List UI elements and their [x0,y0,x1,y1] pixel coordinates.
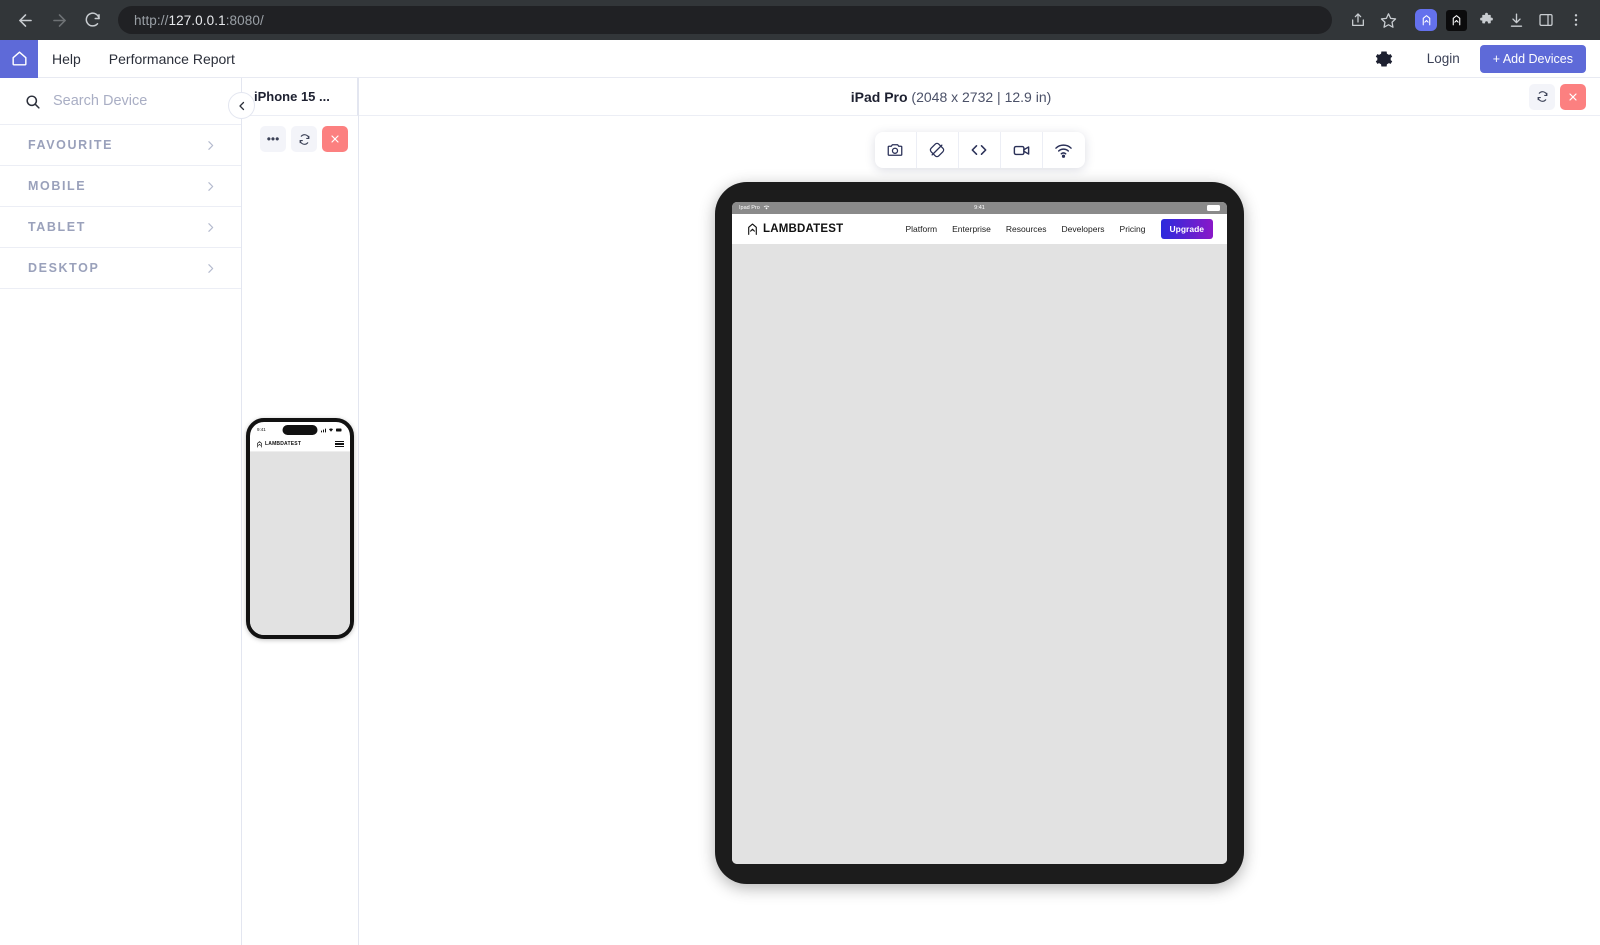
main-stage-actions [1529,83,1586,110]
devtools-code-icon[interactable] [959,132,1001,168]
nav-link-enterprise[interactable]: Enterprise [952,224,991,234]
nav-link-resources[interactable]: Resources [1006,224,1047,234]
rotate-icon[interactable] [291,126,317,152]
sidebar-item-label: TABLET [28,220,86,234]
chevron-right-icon [204,139,217,152]
forward-arrow-icon[interactable] [44,5,74,35]
login-link[interactable]: Login [1407,51,1480,66]
iphone-status-bar: 9:41 [250,422,350,437]
ipad-site-nav: LAMBDATEST Platform Enterprise Resources… [732,214,1227,244]
app-body: FAVOURITE MOBILE TABLET DESKTOP [0,78,1600,945]
lambdatest-extension-icon[interactable] [1442,6,1470,34]
kebab-menu-icon[interactable] [1562,6,1590,34]
browser-action-icons [1344,6,1590,34]
iphone-stage: 9:41 LAMBDATEST [242,152,358,945]
ipad-status-bar: Ipad Pro 9:41 [732,202,1227,214]
nav-link-developers[interactable]: Developers [1062,224,1105,234]
device-name: iPad Pro [850,88,908,105]
reload-icon[interactable] [78,5,108,35]
iphone-status-indicators [321,427,343,433]
device-spec: (2048 x 2732 | 12.9 in) [911,88,1052,105]
device-tab-iphone[interactable]: iPhone 15 ... [242,78,358,116]
gear-icon[interactable] [1361,50,1407,68]
ipad-status-carrier: Ipad Pro [739,205,770,211]
lambdatest-logo[interactable]: LAMBDATEST [746,223,843,236]
sidebar-collapse-button[interactable] [228,92,255,119]
screenshot-icon[interactable] [875,132,917,168]
main-stage-header: iPad Pro (2048 x 2732 | 12.9 in) [359,78,1600,116]
network-throttle-wifi-icon[interactable] [1043,132,1085,168]
ipad-page-body [732,244,1227,864]
battery-icon [1207,205,1220,211]
chevron-right-icon [204,180,217,193]
dynamic-island [282,424,318,435]
rotate-icon[interactable] [1529,83,1555,110]
url-prefix: http:// [134,12,169,28]
ipad-device-frame: Ipad Pro 9:41 LAMBDATEST Platform Enterp… [715,182,1244,884]
chevron-right-icon [204,221,217,234]
ipad-status-time: 9:41 [974,205,985,211]
sidebar-panel-icon[interactable] [1532,6,1560,34]
ipad-stage: Ipad Pro 9:41 LAMBDATEST Platform Enterp… [359,168,1600,945]
sidebar-item-label: DESKTOP [28,261,100,275]
help-menu[interactable]: Help [38,51,95,67]
url-host: 127.0.0.1 [168,12,226,28]
rotate-lock-icon[interactable] [917,132,959,168]
add-devices-button[interactable]: + Add Devices [1479,44,1586,73]
search-row [0,78,241,125]
lambdatest-wordmark: LAMBDATEST [763,223,844,235]
search-icon [24,93,41,110]
app-header: Help Performance Report Login + Add Devi… [0,39,1600,78]
device-title: iPad Pro (2048 x 2732 | 12.9 in) [373,89,1529,105]
hamburger-menu-icon[interactable] [335,440,344,448]
iphone-status-time: 9:41 [257,427,266,432]
address-bar[interactable]: http://127.0.0.1:8080/ [118,6,1332,34]
lambdatest-logo-mini: LAMBDATEST [256,440,302,448]
lambdatest-logo-dark-icon [1445,9,1467,31]
close-icon[interactable] [322,126,348,152]
performance-report-menu[interactable]: Performance Report [95,51,249,67]
screen-record-icon[interactable] [1001,132,1043,168]
home-icon[interactable] [0,39,38,78]
star-icon[interactable] [1374,6,1402,34]
site-nav-links: Platform Enterprise Resources Developers… [905,219,1213,239]
iphone-preview-column: iPhone 15 ... ••• 9:41 LAMBDATEST [242,78,359,945]
iphone-device-frame: 9:41 LAMBDATEST [246,418,354,639]
back-arrow-icon[interactable] [10,5,40,35]
chevron-right-icon [204,262,217,275]
ipad-screen: Ipad Pro 9:41 LAMBDATEST Platform Enterp… [732,202,1227,864]
sidebar-item-tablet[interactable]: TABLET [0,207,241,248]
share-icon[interactable] [1344,6,1372,34]
iphone-action-bar: ••• [242,116,358,152]
search-input[interactable] [53,93,219,109]
nav-link-pricing[interactable]: Pricing [1120,224,1146,234]
main-device-stage: iPad Pro (2048 x 2732 | 12.9 in) Ipad Pr… [359,78,1600,945]
more-options-icon[interactable]: ••• [260,126,286,152]
download-icon[interactable] [1502,6,1530,34]
browser-toolbar: http://127.0.0.1:8080/ [0,0,1600,40]
sidebar-item-favourite[interactable]: FAVOURITE [0,125,241,166]
sidebar-item-label: MOBILE [28,179,87,193]
sidebar-item-label: FAVOURITE [28,138,114,152]
close-icon[interactable] [1560,83,1586,110]
lambdatest-logo-icon [1415,9,1437,31]
sidebar-item-desktop[interactable]: DESKTOP [0,248,241,289]
extensions-puzzle-icon[interactable] [1472,6,1500,34]
nav-link-platform[interactable]: Platform [905,224,937,234]
upgrade-button[interactable]: Upgrade [1160,219,1213,239]
url-suffix: :8080/ [225,12,264,28]
iphone-page-body [250,452,350,635]
sidebar-item-mobile[interactable]: MOBILE [0,166,241,207]
lambdatest-wordmark: LAMBDATEST [265,441,302,447]
device-toolbar [874,132,1085,168]
device-sidebar: FAVOURITE MOBILE TABLET DESKTOP [0,78,255,945]
lambdatest-extension-active-icon[interactable] [1412,6,1440,34]
iphone-site-nav: LAMBDATEST [250,437,350,452]
